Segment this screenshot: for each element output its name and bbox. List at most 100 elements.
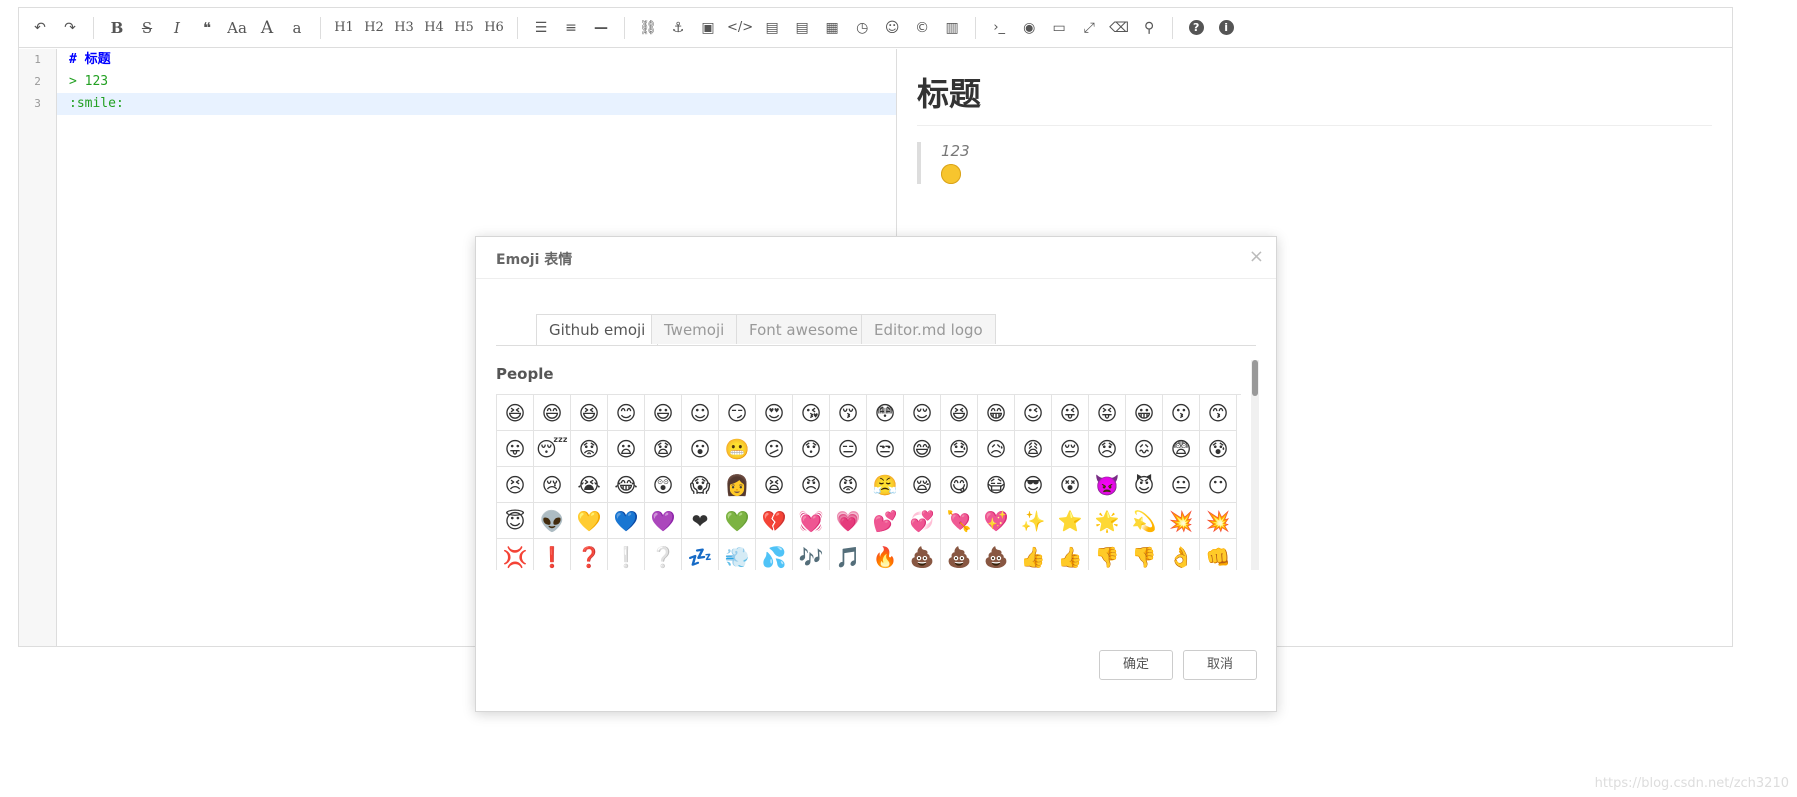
emoji-cell[interactable]: ❔ bbox=[645, 539, 682, 570]
emoji-cell[interactable]: 💩 bbox=[941, 539, 978, 570]
emoji-cell[interactable]: 😉 bbox=[1015, 395, 1052, 431]
emoji-cell[interactable]: 💥 bbox=[1163, 503, 1200, 539]
emoji-cell[interactable]: 👎 bbox=[1126, 539, 1163, 570]
emoji-cell[interactable]: 😖 bbox=[1126, 431, 1163, 467]
emoji-cell[interactable]: 👍 bbox=[1052, 539, 1089, 570]
emoji-cell[interactable]: 😠 bbox=[793, 467, 830, 503]
emoji-cell[interactable]: 😵 bbox=[1052, 467, 1089, 503]
emoji-cell[interactable]: 😯 bbox=[793, 431, 830, 467]
emoji-cell[interactable]: 😆 bbox=[497, 395, 534, 431]
h6-button[interactable]: H6 bbox=[481, 14, 507, 42]
bold-button[interactable]: B bbox=[104, 14, 130, 42]
horizontal-rule-icon[interactable]: — bbox=[588, 14, 614, 42]
emoji-cell[interactable]: 👍 bbox=[1015, 539, 1052, 570]
clear-icon[interactable]: ⌫ bbox=[1106, 14, 1132, 42]
emoji-cell[interactable]: 😴 bbox=[534, 431, 571, 467]
code-block-icon[interactable]: ▤ bbox=[789, 14, 815, 42]
preformatted-text-icon[interactable]: ▤ bbox=[759, 14, 785, 42]
italic-button[interactable]: I bbox=[164, 14, 190, 42]
emoji-cell[interactable]: 😲 bbox=[645, 467, 682, 503]
emoji-cell[interactable]: 🌟 bbox=[1089, 503, 1126, 539]
emoji-cell[interactable]: 😀 bbox=[1126, 395, 1163, 431]
emoji-cell[interactable]: ❓ bbox=[571, 539, 608, 570]
emoji-scrollbar[interactable] bbox=[1251, 360, 1259, 570]
emoji-cell[interactable]: 💖 bbox=[978, 503, 1015, 539]
emoji-cell[interactable]: 😁 bbox=[978, 395, 1015, 431]
tab-twemoji[interactable]: Twemoji bbox=[651, 314, 738, 344]
emoji-cell[interactable]: 😘 bbox=[793, 395, 830, 431]
emoji-cell[interactable]: 😞 bbox=[1089, 431, 1126, 467]
emoji-cell[interactable]: 😦 bbox=[608, 431, 645, 467]
confirm-button[interactable]: 确定 bbox=[1099, 650, 1173, 680]
emoji-cell[interactable]: 💩 bbox=[904, 539, 941, 570]
emoji-cell[interactable]: 💦 bbox=[756, 539, 793, 570]
emoji-cell[interactable]: ❗ bbox=[534, 539, 571, 570]
code-line[interactable]: # 标题 bbox=[57, 49, 896, 71]
emoji-icon[interactable]: ☺ bbox=[879, 14, 905, 42]
emoji-cell[interactable]: 🎵 bbox=[830, 539, 867, 570]
emoji-cell[interactable]: 😳 bbox=[867, 395, 904, 431]
emoji-cell[interactable]: 😋 bbox=[941, 467, 978, 503]
link-icon[interactable]: ⛓ bbox=[635, 14, 661, 42]
unordered-list-icon[interactable]: ☰ bbox=[528, 14, 554, 42]
code-line[interactable]: > 123 bbox=[57, 71, 896, 93]
emoji-cell[interactable]: 😅 bbox=[904, 431, 941, 467]
emoji-cell[interactable]: 😱 bbox=[682, 467, 719, 503]
terminal-icon[interactable]: ›_ bbox=[986, 14, 1012, 42]
emoji-cell[interactable]: 😆 bbox=[941, 395, 978, 431]
close-icon[interactable]: × bbox=[1249, 246, 1264, 267]
emoji-cell[interactable]: 😌 bbox=[904, 395, 941, 431]
html-entities-icon[interactable]: © bbox=[909, 14, 935, 42]
emoji-cell[interactable]: 😐 bbox=[1163, 467, 1200, 503]
preview-icon[interactable]: ▭ bbox=[1046, 14, 1072, 42]
emoji-cell[interactable]: 💢 bbox=[497, 539, 534, 570]
tab-editormd-logo[interactable]: Editor.md logo bbox=[861, 314, 996, 344]
h2-button[interactable]: H2 bbox=[361, 14, 387, 42]
emoji-cell[interactable]: 👌 bbox=[1163, 539, 1200, 570]
emoji-cell[interactable]: 😛 bbox=[497, 431, 534, 467]
anchor-icon[interactable]: ⚓ bbox=[665, 14, 691, 42]
emoji-cell[interactable]: 🎶 bbox=[793, 539, 830, 570]
emoji-cell[interactable]: 😓 bbox=[941, 431, 978, 467]
image-icon[interactable]: ▣ bbox=[695, 14, 721, 42]
emoji-cell[interactable]: 💩 bbox=[978, 539, 1015, 570]
h5-button[interactable]: H5 bbox=[451, 14, 477, 42]
emoji-cell[interactable]: 😰 bbox=[1200, 431, 1237, 467]
cancel-button[interactable]: 取消 bbox=[1183, 650, 1257, 680]
code-line-active[interactable]: :smile: bbox=[57, 93, 896, 115]
emoji-cell[interactable]: 😔 bbox=[1052, 431, 1089, 467]
emoji-cell[interactable]: 💓 bbox=[793, 503, 830, 539]
emoji-cell[interactable]: 😂 bbox=[608, 467, 645, 503]
h1-button[interactable]: H1 bbox=[331, 14, 357, 42]
emoji-cell[interactable]: 😟 bbox=[571, 431, 608, 467]
strikethrough-button[interactable]: S bbox=[134, 14, 160, 42]
emoji-cell[interactable]: 👽 bbox=[534, 503, 571, 539]
h4-button[interactable]: H4 bbox=[421, 14, 447, 42]
emoji-cell[interactable]: 😑 bbox=[830, 431, 867, 467]
watch-toggle-icon[interactable]: ◉ bbox=[1016, 14, 1042, 42]
info-icon[interactable]: i bbox=[1213, 14, 1239, 42]
table-icon[interactable]: ▦ bbox=[819, 14, 845, 42]
emoji-cell[interactable]: 😃 bbox=[645, 395, 682, 431]
emoji-cell[interactable]: 😡 bbox=[830, 467, 867, 503]
inline-code-icon[interactable]: </> bbox=[725, 14, 755, 42]
emoji-cell[interactable]: 💔 bbox=[756, 503, 793, 539]
emoji-cell[interactable]: 😭 bbox=[571, 467, 608, 503]
emoji-cell[interactable]: 😩 bbox=[1015, 431, 1052, 467]
redo-icon[interactable]: ↷ bbox=[57, 14, 83, 42]
emoji-cell[interactable]: 👎 bbox=[1089, 539, 1126, 570]
help-icon[interactable]: ? bbox=[1183, 14, 1209, 42]
tab-font-awesome[interactable]: Font awesome bbox=[736, 314, 871, 344]
emoji-cell[interactable]: 💚 bbox=[719, 503, 756, 539]
datetime-icon[interactable]: ◷ bbox=[849, 14, 875, 42]
emoji-cell[interactable]: 😈 bbox=[1126, 467, 1163, 503]
emoji-cell[interactable]: 😫 bbox=[756, 467, 793, 503]
emoji-list[interactable]: People 😆 😄 😆 😊 😃 ☺ 😏 😍 😘 😚 😳 😌 😆 😁 😉 😜 😝 😀 😗 😙 😛 😴 😟 😦 😧 😮 😬 😕 😯 😑 😒 😅 😓… bbox=[496, 360, 1241, 570]
pagebreak-icon[interactable]: ▥ bbox=[939, 14, 965, 42]
emoji-cell[interactable]: 😏 bbox=[719, 395, 756, 431]
emoji-cell[interactable]: 😚 bbox=[830, 395, 867, 431]
emoji-cell[interactable]: 😢 bbox=[534, 467, 571, 503]
emoji-cell[interactable]: 😕 bbox=[756, 431, 793, 467]
emoji-cell[interactable]: 💕 bbox=[867, 503, 904, 539]
lowercase-button[interactable]: a bbox=[284, 14, 310, 42]
